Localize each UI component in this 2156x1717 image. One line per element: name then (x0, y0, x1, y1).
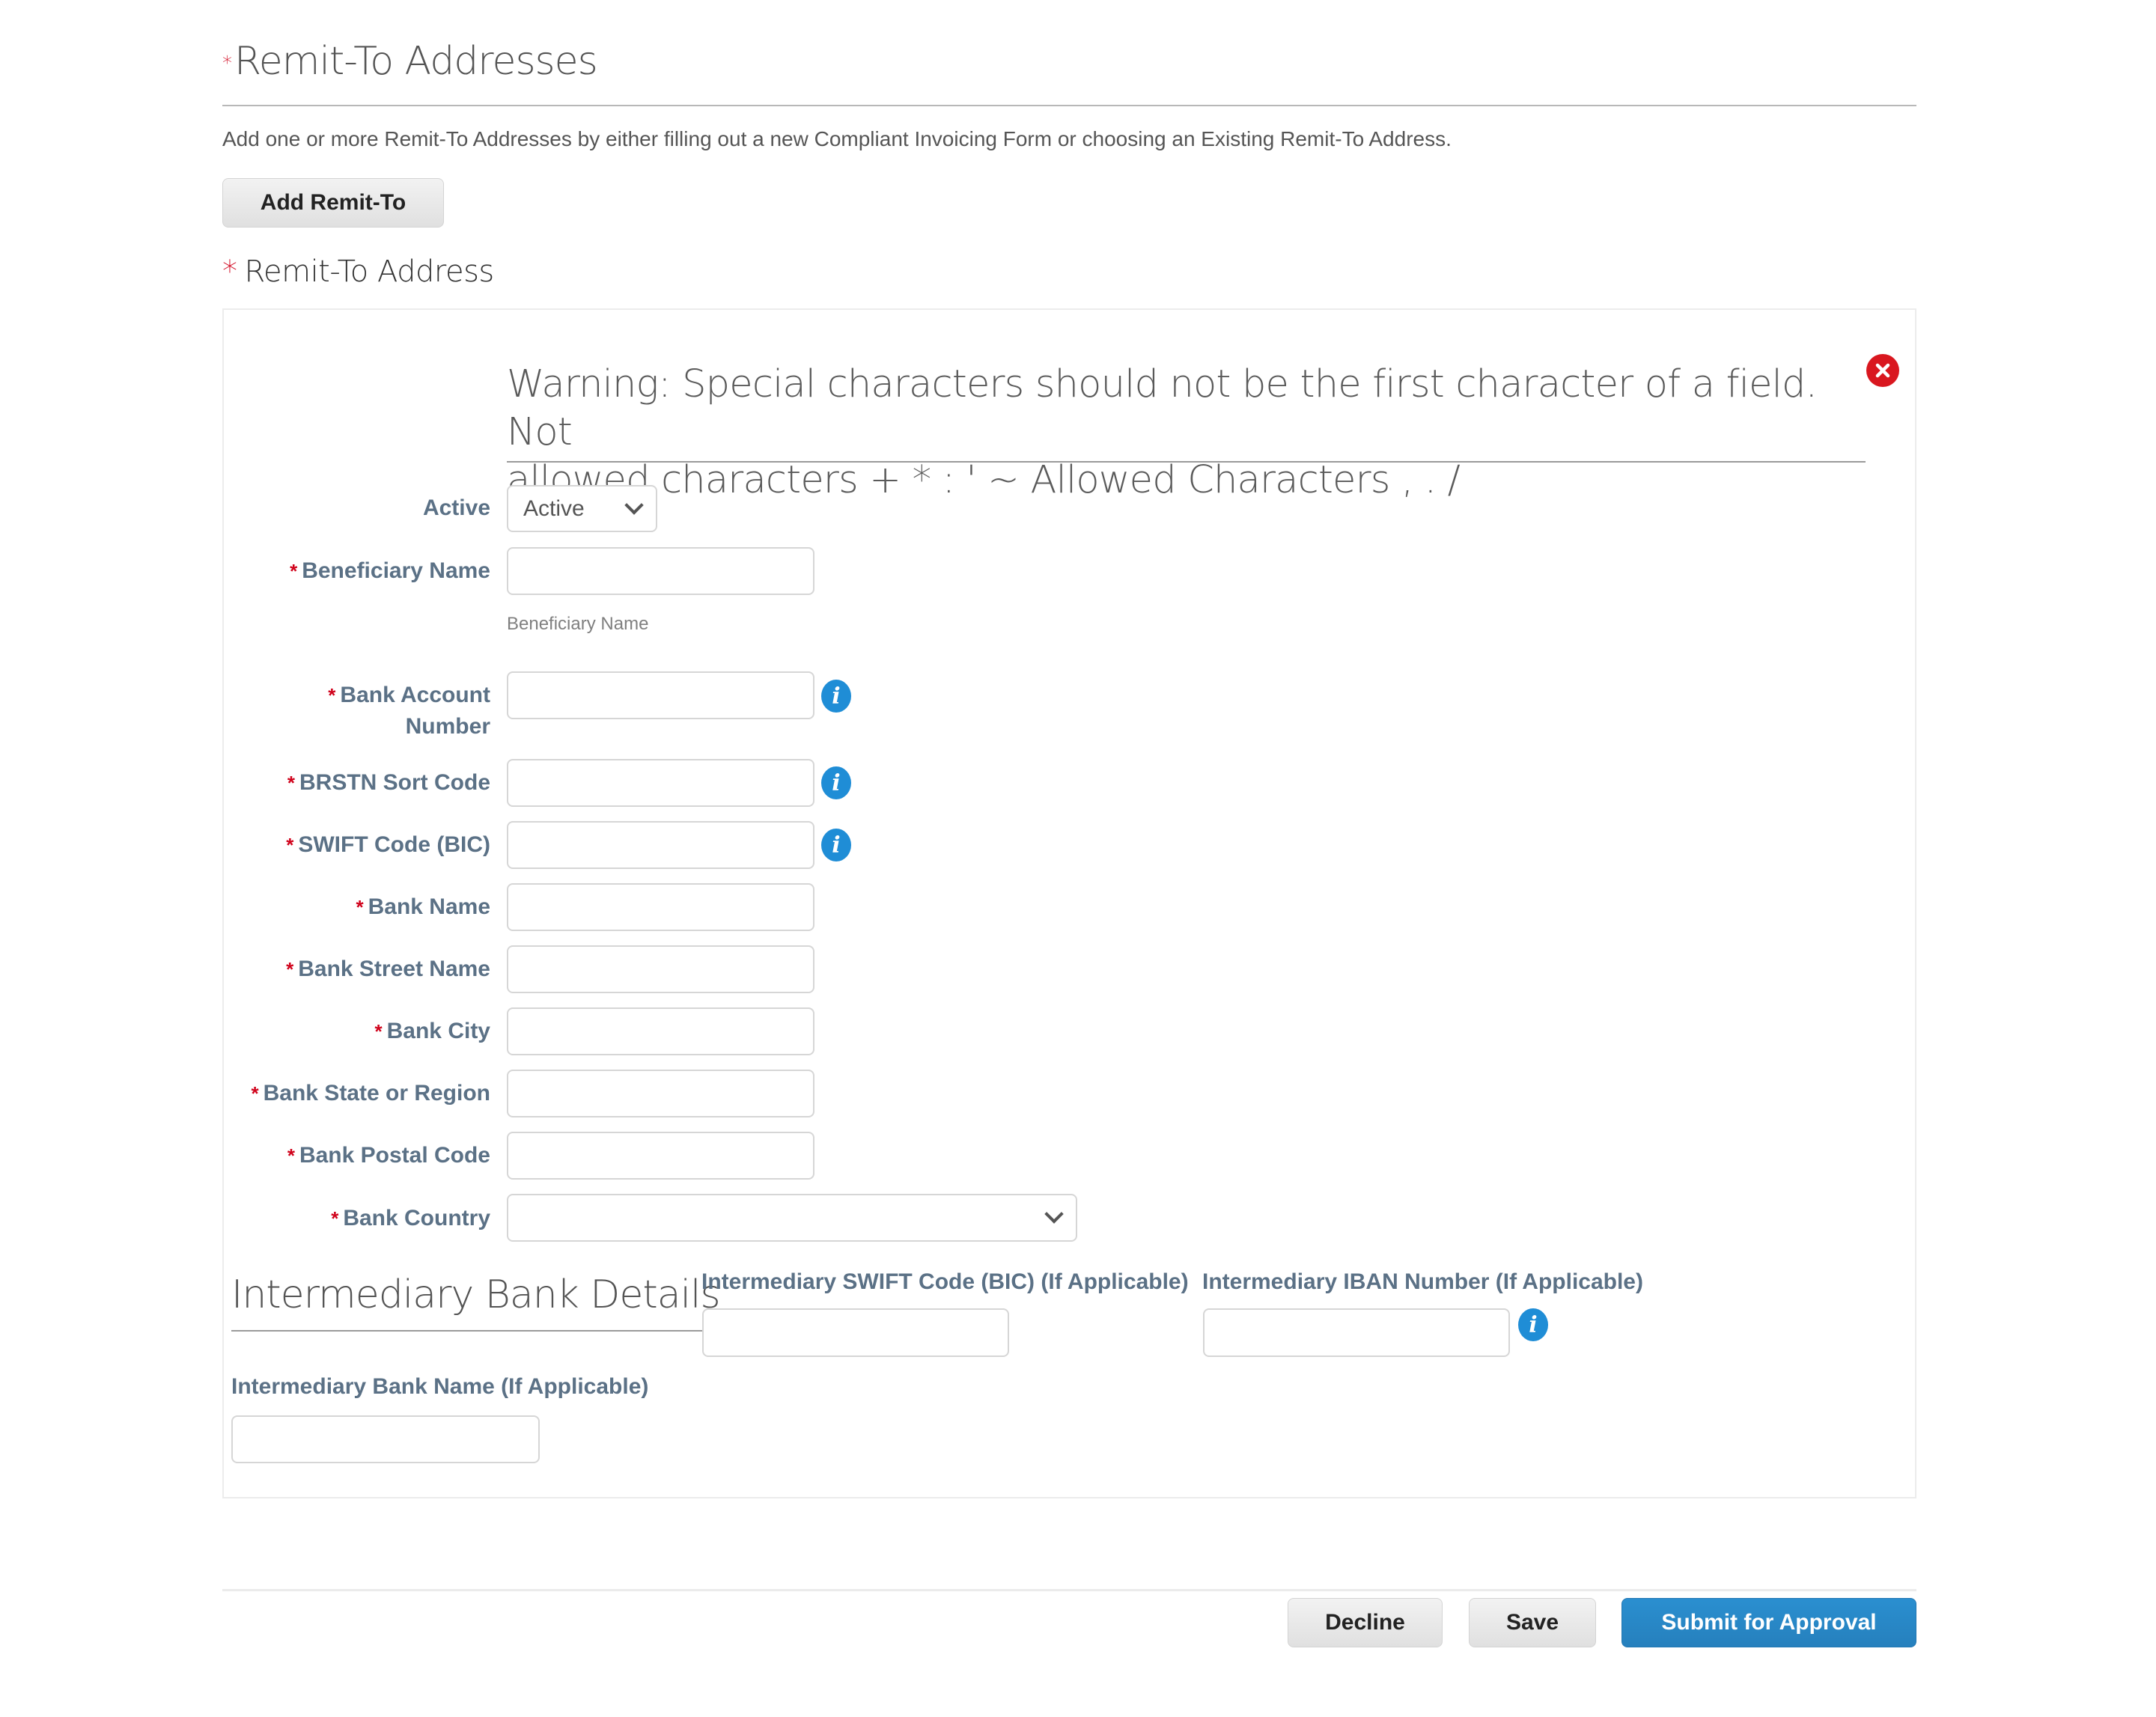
warning-divider (507, 461, 1866, 463)
required-marker: * (222, 254, 237, 289)
beneficiary-name-label-text: Beneficiary Name (302, 558, 490, 583)
required-marker: * (290, 560, 298, 582)
bank-country-label: * Bank Country (331, 1203, 490, 1234)
required-marker: * (287, 1144, 295, 1167)
section-title-text: Remit-To Address (244, 254, 495, 289)
info-icon[interactable]: i (1518, 1308, 1548, 1341)
intermediary-bank-name-label: Intermediary Bank Name (If Applicable) (231, 1374, 649, 1399)
save-button[interactable]: Save (1469, 1598, 1596, 1647)
intermediary-iban-input[interactable] (1203, 1308, 1510, 1357)
info-icon[interactable]: i (821, 680, 851, 713)
add-remit-to-button[interactable]: Add Remit-To (222, 178, 444, 228)
required-marker: * (331, 1207, 339, 1230)
swift-code-label: * SWIFT Code (BIC) (286, 829, 490, 861)
active-label-text: Active (422, 495, 490, 520)
bank-street-name-label-text: Bank Street Name (298, 957, 490, 981)
bank-account-number-label-line1: Bank Account (340, 683, 490, 707)
bank-postal-code-input[interactable] (507, 1132, 814, 1180)
submit-for-approval-button[interactable]: Submit for Approval (1621, 1598, 1916, 1647)
beneficiary-name-label: * Beneficiary Name (290, 555, 490, 587)
beneficiary-name-input[interactable] (507, 547, 814, 595)
info-icon[interactable]: i (821, 829, 851, 861)
brstn-sort-code-input[interactable] (507, 759, 814, 807)
brstn-sort-code-label-text: BRSTN Sort Code (299, 770, 490, 795)
page-title: *Remit-To Addresses (222, 39, 598, 84)
intermediary-title-divider (231, 1330, 703, 1332)
warning-message: Warning: Special characters should not b… (507, 361, 1869, 504)
warning-line-2: allowed characters + * : ' ~ Allowed Cha… (507, 458, 1461, 502)
bank-city-label: * Bank City (375, 1016, 491, 1047)
bank-country-select[interactable] (507, 1194, 1077, 1242)
chevron-down-icon (624, 495, 644, 515)
intermediary-bank-name-input[interactable] (231, 1415, 540, 1463)
close-icon[interactable] (1866, 354, 1899, 387)
chevron-down-icon (1044, 1204, 1064, 1224)
section-title: * Remit-To Address (222, 254, 494, 289)
active-select[interactable]: Active (507, 485, 657, 532)
bank-state-region-input[interactable] (507, 1070, 814, 1117)
beneficiary-name-helper: Beneficiary Name (507, 614, 649, 634)
required-marker: * (286, 958, 294, 981)
bank-country-label-text: Bank Country (343, 1206, 490, 1230)
active-select-value: Active (523, 495, 585, 521)
required-marker: * (287, 772, 295, 794)
brstn-sort-code-label: * BRSTN Sort Code (287, 767, 490, 799)
footer-divider (222, 1589, 1916, 1591)
bank-street-name-input[interactable] (507, 945, 814, 993)
bank-name-label: * Bank Name (356, 891, 490, 923)
bank-name-label-text: Bank Name (368, 894, 490, 919)
bank-account-number-input[interactable] (507, 671, 814, 719)
decline-button[interactable]: Decline (1288, 1598, 1443, 1647)
info-icon[interactable]: i (821, 766, 851, 799)
bank-state-region-label: * Bank State or Region (251, 1078, 490, 1109)
description-text: Add one or more Remit-To Addresses by ei… (222, 127, 1452, 150)
title-divider (222, 105, 1916, 106)
required-marker: * (286, 834, 294, 856)
bank-account-number-label: * Bank Account Number (328, 680, 490, 742)
warning-line-1: Warning: Special characters should not b… (507, 362, 1818, 454)
bank-account-number-label-line2: Number (405, 714, 490, 739)
bank-city-input[interactable] (507, 1007, 814, 1055)
required-marker: * (374, 1020, 383, 1043)
page-title-text: Remit-To Addresses (234, 39, 598, 84)
bank-street-name-label: * Bank Street Name (286, 954, 490, 985)
active-label: Active (423, 492, 490, 524)
bank-name-input[interactable] (507, 883, 814, 931)
bank-city-label-text: Bank City (386, 1019, 490, 1043)
bank-postal-code-label: * Bank Postal Code (287, 1140, 490, 1171)
bank-postal-code-label-text: Bank Postal Code (299, 1143, 490, 1168)
intermediary-swift-input[interactable] (702, 1308, 1009, 1357)
swift-code-label-text: SWIFT Code (BIC) (298, 832, 490, 857)
required-marker: * (356, 896, 364, 918)
intermediary-iban-label: Intermediary IBAN Number (If Applicable) (1202, 1269, 1643, 1294)
required-marker: * (251, 1082, 259, 1105)
required-marker: * (328, 684, 336, 707)
required-marker: * (222, 52, 232, 75)
intermediary-section-title: Intermediary Bank Details (231, 1272, 721, 1317)
intermediary-swift-label: Intermediary SWIFT Code (BIC) (If Applic… (701, 1269, 1189, 1294)
swift-code-input[interactable] (507, 821, 814, 869)
bank-state-region-label-text: Bank State or Region (263, 1081, 490, 1105)
